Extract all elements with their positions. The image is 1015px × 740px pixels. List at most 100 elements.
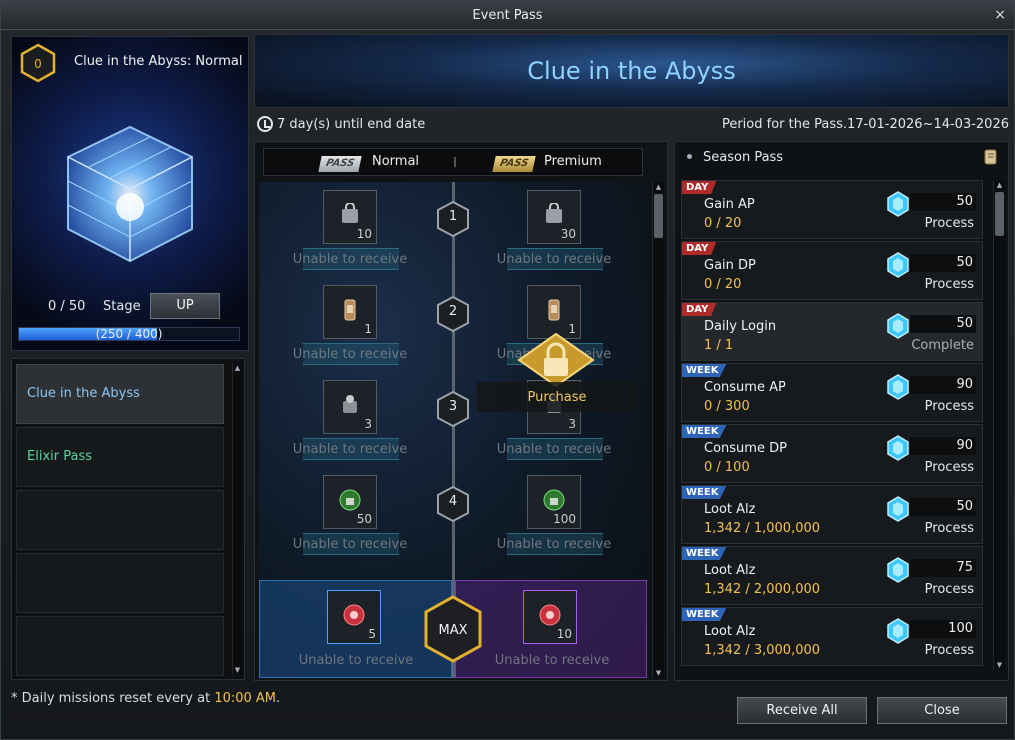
- reset-time: 10:00 AM: [214, 691, 277, 706]
- scroll-down-arrow-icon[interactable]: ▼: [994, 660, 1005, 670]
- level-badge: 0: [20, 43, 56, 83]
- banner-title: Clue in the Abyss: [527, 57, 736, 85]
- mission-status: Process: [924, 460, 974, 475]
- pass-list-item-elixir-pass[interactable]: Elixir Pass: [16, 427, 224, 487]
- premium-reward-slot[interactable]: 100: [527, 475, 581, 529]
- mission-name: Gain AP: [704, 197, 755, 212]
- reward-item-icon: [543, 489, 565, 511]
- reward-item-icon: [343, 395, 357, 413]
- mission-row[interactable]: DAY Daily Login 1 / 1 50 Complete: [681, 302, 983, 361]
- reward-quantity: 100: [553, 512, 576, 526]
- pass-list-item-clue-in-the-abyss[interactable]: Clue in the Abyss: [16, 364, 224, 424]
- premium-reward-slot[interactable]: 1: [527, 285, 581, 339]
- scroll-thumb[interactable]: [995, 192, 1004, 236]
- normal-reward-status: Unable to receive: [292, 347, 408, 362]
- max-normal-status: Unable to receive: [298, 653, 414, 668]
- scroll-down-arrow-icon[interactable]: ▼: [653, 668, 664, 678]
- mission-points: 50: [956, 255, 973, 270]
- svg-text:0: 0: [34, 57, 42, 71]
- mission-name: Consume AP: [704, 380, 786, 395]
- mission-status: Process: [924, 277, 974, 292]
- mission-row[interactable]: WEEK Loot Alz 1,342 / 3,000,000 100 Process: [681, 607, 983, 666]
- title-bar[interactable]: Event Pass ×: [1, 1, 1014, 30]
- season-pass-panel: Season Pass DAY Gain AP 0 / 20 50 Process DAY…: [674, 141, 1009, 681]
- normal-reward-status: Unable to receive: [292, 442, 408, 457]
- reward-item-icon: [344, 299, 356, 321]
- bullet-icon: [687, 154, 692, 159]
- gem-icon: [887, 557, 909, 583]
- pass-list-item-empty: [16, 616, 224, 676]
- close-icon[interactable]: ×: [994, 1, 1006, 30]
- stage-count: 0 / 50: [48, 299, 86, 314]
- max-premium-reward-slot[interactable]: 10: [523, 590, 577, 644]
- normal-reward-status: Unable to receive: [292, 252, 408, 267]
- normal-reward-slot[interactable]: 10: [323, 190, 377, 244]
- max-normal-reward-slot[interactable]: 5: [327, 590, 381, 644]
- premium-reward-status: Unable to receive: [496, 252, 612, 267]
- mission-name: Gain DP: [704, 258, 756, 273]
- week-tag-badge: WEEK: [682, 425, 727, 438]
- mission-row[interactable]: WEEK Loot Alz 1,342 / 2,000,000 75 Process: [681, 546, 983, 605]
- scroll-up-arrow-icon[interactable]: ▲: [653, 182, 664, 192]
- normal-pass-tag-icon: PASS: [318, 156, 362, 172]
- purchase-label[interactable]: Purchase: [477, 390, 637, 405]
- gem-icon: [887, 496, 909, 522]
- reset-note-text: * Daily missions reset every at: [11, 691, 215, 706]
- normal-reward-slot[interactable]: 1: [323, 285, 377, 339]
- week-tag-badge: WEEK: [682, 608, 727, 621]
- receive-all-button[interactable]: Receive All: [737, 697, 867, 724]
- mission-row[interactable]: DAY Gain DP 0 / 20 50 Process: [681, 241, 983, 300]
- points-box: 90: [910, 376, 976, 394]
- points-box: 75: [910, 559, 976, 577]
- gem-icon: [887, 191, 909, 217]
- scroll-down-arrow-icon[interactable]: ▼: [233, 665, 242, 675]
- premium-reward-slot[interactable]: 30: [527, 190, 581, 244]
- scroll-up-arrow-icon[interactable]: ▲: [994, 180, 1005, 190]
- step-hex: 3: [436, 390, 470, 428]
- mission-name: Loot Alz: [704, 563, 756, 578]
- mission-progress: 0 / 20: [704, 277, 742, 292]
- mission-row[interactable]: WEEK Loot Alz 1,342 / 1,000,000 50 Process: [681, 485, 983, 544]
- header-divider: [454, 157, 456, 167]
- scroll-document-icon[interactable]: [982, 148, 1000, 166]
- mission-progress: 1 / 1: [704, 338, 734, 353]
- mission-points: 90: [956, 438, 973, 453]
- gem-icon: [887, 313, 909, 339]
- exp-progress-text: (250 / 400): [95, 327, 163, 341]
- reward-quantity: 3: [364, 417, 372, 431]
- mission-progress: 1,342 / 3,000,000: [704, 643, 821, 658]
- scroll-thumb[interactable]: [654, 194, 663, 238]
- mission-list: DAY Gain AP 0 / 20 50 Process DAY Gain DP 0 / 2…: [681, 180, 987, 670]
- reward-quantity: 10: [556, 627, 572, 641]
- mission-row[interactable]: WEEK Consume DP 0 / 100 90 Process: [681, 424, 983, 483]
- day-tag-badge: DAY: [682, 303, 717, 316]
- stage-row: 0 / 50 Stage UP: [12, 293, 248, 319]
- max-premium-status: Unable to receive: [494, 653, 610, 668]
- mission-points: 50: [956, 194, 973, 209]
- time-row: 7 day(s) until end date Period for the P…: [257, 116, 1009, 136]
- track-scrollbar[interactable]: ▲ ▼: [652, 182, 664, 678]
- gem-icon: [887, 252, 909, 278]
- mission-progress: 0 / 20: [704, 216, 742, 231]
- mission-row[interactable]: WEEK Consume AP 0 / 300 90 Process: [681, 363, 983, 422]
- mission-scrollbar[interactable]: ▲ ▼: [993, 180, 1005, 670]
- normal-reward-slot[interactable]: 3: [323, 380, 377, 434]
- normal-label: Normal: [372, 154, 420, 169]
- pass-banner: Clue in the Abyss: [254, 34, 1009, 108]
- normal-reward-slot[interactable]: 50: [323, 475, 377, 529]
- scroll-up-arrow-icon[interactable]: ▲: [233, 363, 242, 373]
- gem-icon: [887, 374, 909, 400]
- reward-item-icon: [546, 203, 562, 223]
- close-button[interactable]: Close: [877, 697, 1007, 724]
- purchase-lock-icon[interactable]: [517, 332, 595, 388]
- points-box: 50: [910, 254, 976, 272]
- pass-list-scrollbar[interactable]: ▲ ▼: [232, 363, 242, 675]
- reward-item-icon: [342, 203, 358, 223]
- mission-name: Loot Alz: [704, 502, 756, 517]
- mission-row[interactable]: DAY Gain AP 0 / 20 50 Process: [681, 180, 983, 239]
- mission-points: 90: [956, 377, 973, 392]
- reward-track-panel: PASS Normal PASS Premium 10 Unable to rec…: [254, 141, 668, 681]
- pass-list: Clue in the Abyss Elixir Pass ▲ ▼: [11, 358, 245, 680]
- days-left: 7 day(s) until end date: [277, 117, 426, 132]
- stage-up-button[interactable]: UP: [150, 293, 220, 319]
